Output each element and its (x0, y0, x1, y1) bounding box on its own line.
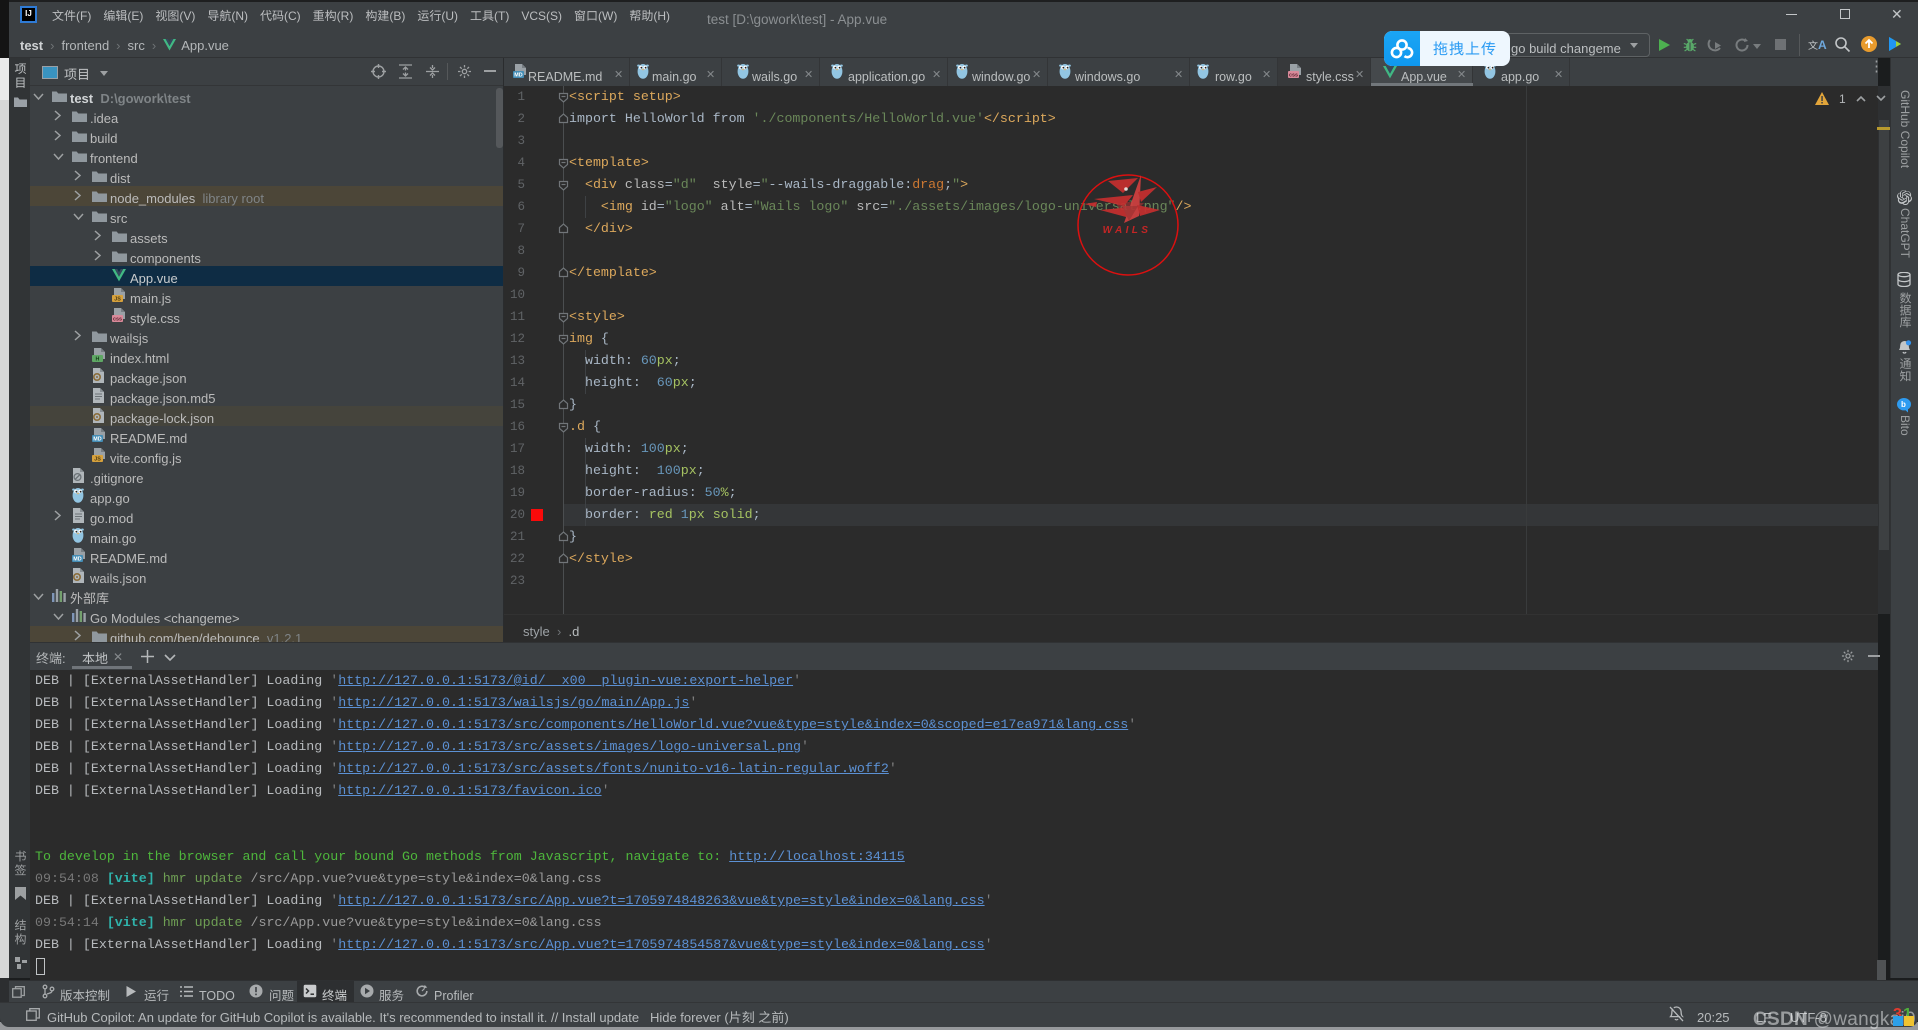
svg-text:MD: MD (514, 73, 522, 79)
svg-text:JS: JS (114, 297, 121, 303)
svg-text:css: css (113, 317, 122, 323)
svg-text:JS: JS (94, 457, 101, 463)
svg-text:MD: MD (73, 557, 81, 563)
svg-text:H: H (96, 357, 100, 363)
svg-text:b: b (1901, 400, 1906, 409)
svg-text:MD: MD (93, 437, 101, 443)
svg-text:css: css (1289, 73, 1298, 79)
svg-text:WAILS: WAILS (1103, 225, 1152, 236)
